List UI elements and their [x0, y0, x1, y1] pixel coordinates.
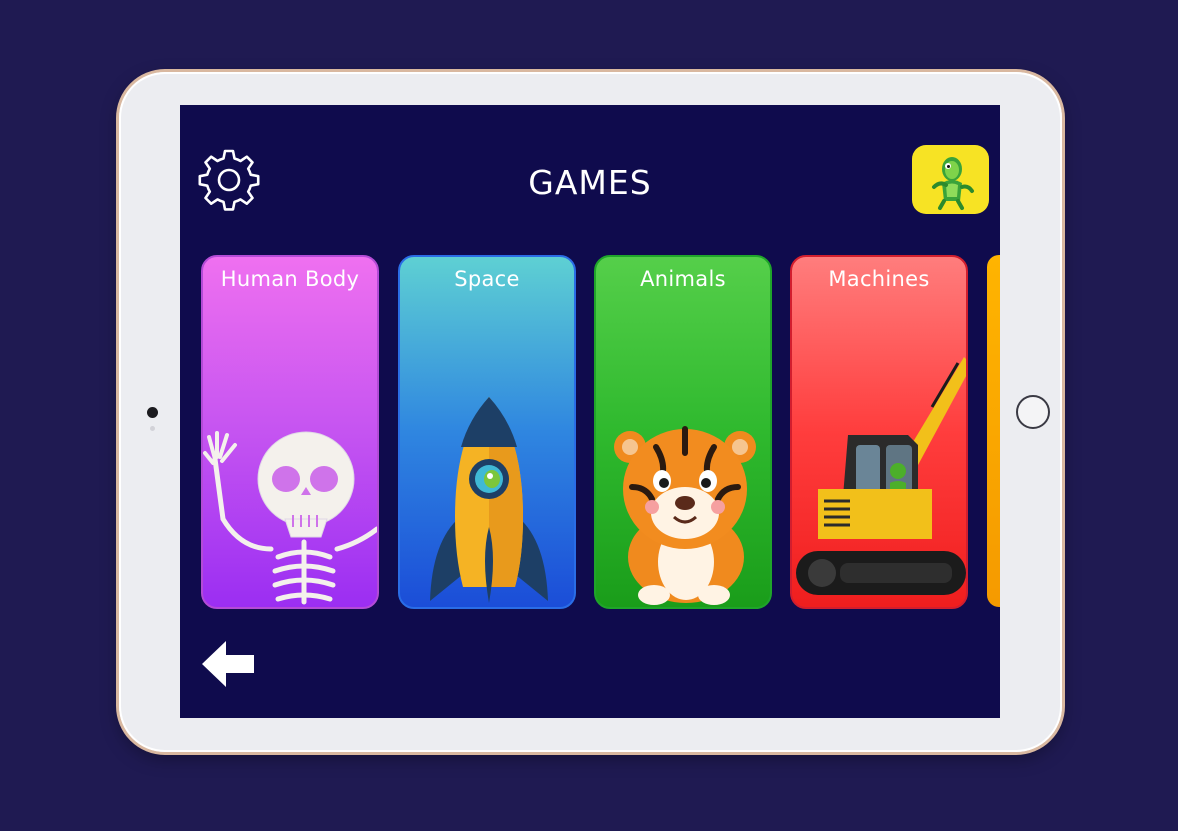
page-title: GAMES [528, 163, 652, 202]
category-card-animals[interactable]: Animals [594, 255, 772, 609]
app-screen: GAMES Human Body Space Animals Machines [180, 105, 1000, 718]
category-label: Human Body [220, 267, 360, 291]
front-camera [147, 407, 158, 418]
home-button[interactable] [1016, 395, 1050, 429]
category-label: Space [454, 267, 520, 291]
lizard-avatar-icon [932, 157, 974, 210]
category-card-machines[interactable]: Machines [790, 255, 968, 609]
profile-avatar-button[interactable] [912, 145, 989, 214]
excavator-icon [796, 357, 966, 595]
tiger-icon [614, 426, 756, 605]
camera-sensor [150, 426, 155, 431]
category-label: Machines [828, 267, 930, 291]
rocket-icon [430, 397, 548, 603]
category-card-next-peek[interactable] [987, 255, 1000, 607]
category-card-human-body[interactable]: Human Body [201, 255, 379, 609]
category-label: Animals [640, 267, 726, 291]
arrow-left-icon[interactable] [202, 639, 256, 689]
category-card-space[interactable]: Space [398, 255, 576, 609]
skeleton-icon [203, 431, 377, 605]
